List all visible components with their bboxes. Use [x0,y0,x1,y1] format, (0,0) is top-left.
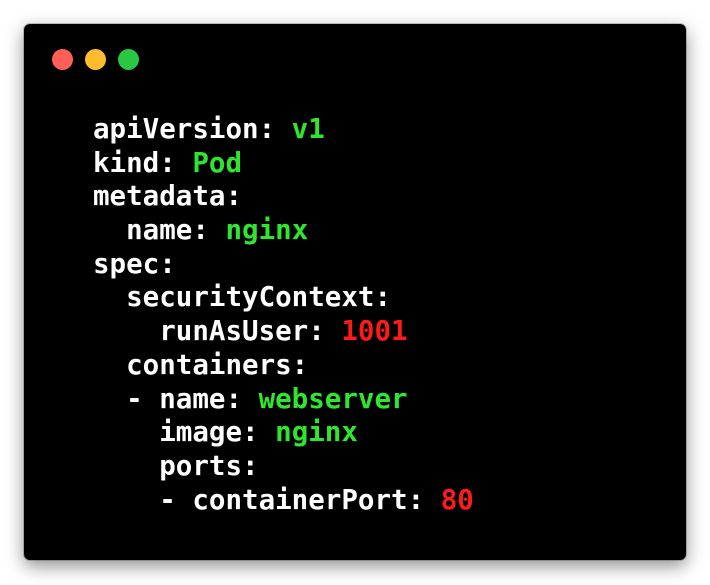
code-line: kind: Pod [93,147,474,181]
yaml-key: metadata: [93,180,243,213]
code-line: - name: webserver [93,383,474,417]
yaml-string-value: Pod [175,146,243,179]
yaml-key: apiVersion: [93,113,276,145]
yaml-key: - name: [93,382,243,415]
yaml-string-value: v1 [275,113,325,145]
yaml-number-value: 1001 [324,315,408,348]
code-line: containers: [93,349,474,383]
code-line: metadata: [93,180,474,214]
minimize-button[interactable] [85,48,106,70]
yaml-string-value: webserver [242,382,408,415]
yaml-key: spec: [93,247,176,280]
yaml-key: kind: [93,146,176,179]
yaml-key: runAsUser: [93,315,325,348]
maximize-button[interactable] [118,48,139,70]
window-controls [52,48,139,70]
yaml-string-value: nginx [258,416,358,449]
yaml-key: securityContext: [93,281,392,314]
yaml-code-block: apiVersion: v1 kind: Pod metadata: name: n… [93,113,474,517]
yaml-string-value: nginx [208,214,309,247]
close-button[interactable] [52,48,73,70]
code-line: spec: [93,248,474,282]
code-line: apiVersion: v1 [93,113,474,147]
code-line: - containerPort: 80 [93,484,474,518]
yaml-number-value: 80 [424,483,474,516]
yaml-key: containers: [93,348,309,381]
yaml-key: image: [93,416,259,449]
code-window: apiVersion: v1 kind: Pod metadata: name: n… [24,24,686,560]
code-line: securityContext: [93,281,474,315]
code-line: ports: [93,450,474,484]
yaml-key: - containerPort: [93,483,425,516]
yaml-key: name: [93,214,209,247]
yaml-key: ports: [93,449,259,482]
code-line: name: nginx [93,214,474,248]
code-line: runAsUser: 1001 [93,315,474,349]
code-line: image: nginx [93,416,474,450]
